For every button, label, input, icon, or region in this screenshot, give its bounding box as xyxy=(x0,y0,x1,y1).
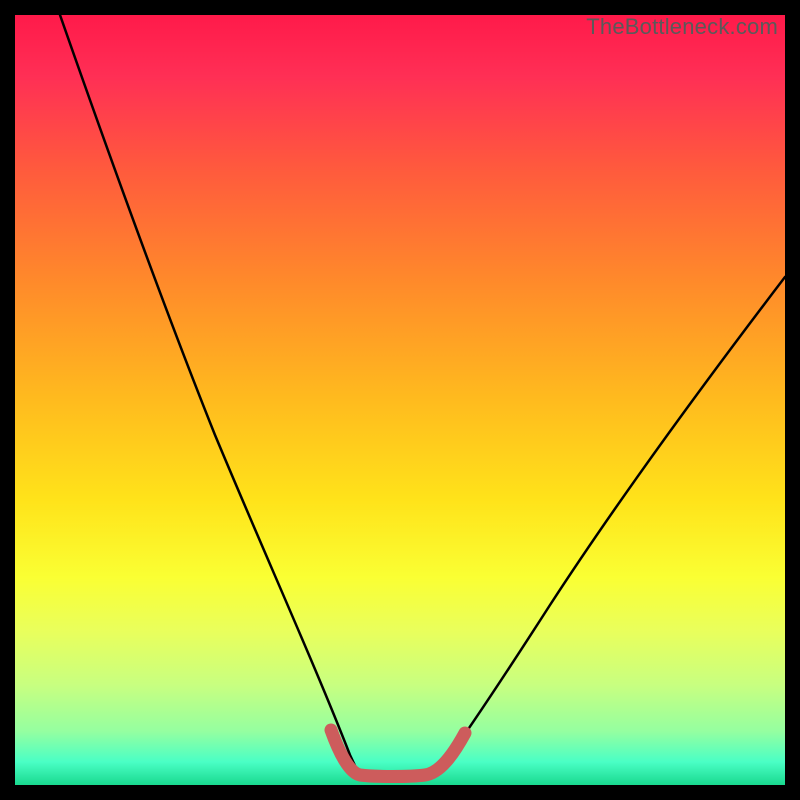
right-curve xyxy=(439,277,785,771)
chart-svg xyxy=(15,15,785,785)
watermark-label: TheBottleneck.com xyxy=(586,14,778,40)
chart-container: TheBottleneck.com xyxy=(0,0,800,800)
left-curve xyxy=(60,15,357,770)
plot-area xyxy=(15,15,785,785)
bottom-highlight xyxy=(331,730,465,777)
